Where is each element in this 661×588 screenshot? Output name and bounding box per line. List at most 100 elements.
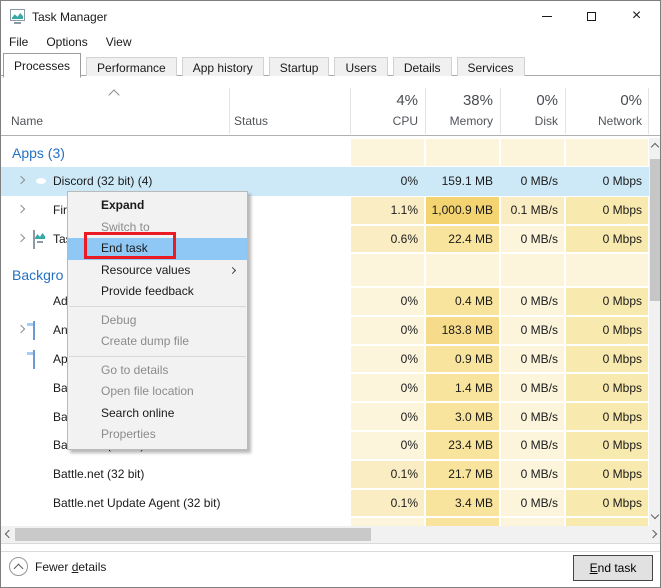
menu-separator (69, 356, 246, 357)
task-manager-window: Task Manager × File Options View Process… (0, 0, 661, 588)
horizontal-scrollbar[interactable] (1, 526, 661, 543)
network-cell: 0 Mbps (566, 461, 648, 488)
menu-item-go-to-details: Go to details (68, 360, 247, 382)
scroll-left-icon[interactable] (5, 530, 13, 538)
chevron-up-circle-icon (9, 557, 28, 576)
end-task-button[interactable]: End task (573, 555, 653, 581)
expand-chevron-icon[interactable] (17, 176, 25, 184)
scroll-up-icon[interactable] (651, 143, 659, 151)
battlenet-icon (33, 495, 49, 511)
cpu-cell: 0% (351, 346, 424, 373)
network-cell: 0 Mbps (566, 432, 648, 459)
app-window-glyph (33, 321, 35, 340)
menu-item-resource-values[interactable]: Resource values (68, 260, 247, 282)
memory-cell: 159.1 MB (426, 168, 499, 195)
maximize-icon (587, 12, 596, 21)
network-cell: 0 Mbps (566, 490, 648, 517)
menu-item-provide-feedback[interactable]: Provide feedback (68, 281, 247, 303)
maximize-button[interactable] (569, 1, 614, 31)
footer-bar: Fewer details End task (1, 543, 661, 588)
discord-icon (33, 173, 49, 189)
disk-cell: 0 MB/s (501, 168, 564, 195)
column-header-memory[interactable]: 38% Memory (426, 76, 499, 135)
disk-cell: 0 MB/s (501, 432, 564, 459)
footer-divider (1, 551, 661, 552)
table-row[interactable]: 0.1%3.4 MB0 MB/s0 MbpsBattle.net Update … (1, 489, 649, 518)
scroll-down-icon[interactable] (651, 511, 659, 519)
close-button[interactable]: × (614, 1, 659, 31)
cpu-cell: 0.6% (351, 226, 424, 253)
disk-cell: 0 MB/s (501, 317, 564, 344)
menu-item-expand[interactable]: Expand (68, 195, 247, 217)
minimize-button[interactable] (524, 1, 569, 31)
group-header-label: Apps (3) (12, 145, 65, 161)
menu-options[interactable]: Options (37, 35, 96, 49)
network-cell (566, 139, 648, 166)
close-icon: × (632, 8, 641, 24)
menu-item-open-file-location: Open file location (68, 381, 247, 403)
memory-column-label: Memory (450, 114, 493, 128)
column-header-name[interactable]: Name (11, 114, 43, 128)
title-bar: Task Manager × (1, 1, 660, 33)
cpu-cell: 0% (351, 317, 424, 344)
cpu-cell (351, 254, 424, 286)
horizontal-scrollbar-thumb[interactable] (15, 528, 371, 541)
cpu-cell: 0% (351, 168, 424, 195)
fewer-details-toggle[interactable]: Fewer details (9, 557, 106, 576)
task-manager-app-icon (10, 9, 25, 21)
minimize-icon (542, 16, 552, 17)
menu-item-properties: Properties (68, 424, 247, 446)
memory-cell (426, 254, 499, 286)
menu-item-search-online[interactable]: Search online (68, 403, 247, 425)
menu-bar: File Options View (1, 33, 660, 51)
cpu-cell: 0% (351, 403, 424, 430)
tab-processes[interactable]: Processes (3, 53, 81, 78)
column-header-disk[interactable]: 0% Disk (501, 76, 564, 135)
firefox-icon (33, 202, 49, 218)
network-cell: 0 Mbps (566, 197, 648, 224)
process-name: Discord (32 bit) (4) (53, 174, 152, 188)
cpu-cell: 0.1% (351, 490, 424, 517)
memory-cell: 22.4 MB (426, 226, 499, 253)
column-header-status[interactable]: Status (234, 114, 268, 128)
fewer-details-label: Fewer details (35, 560, 106, 574)
disk-column-label: Disk (535, 114, 558, 128)
cpu-cell (351, 139, 424, 166)
app-window-glyph (33, 350, 35, 369)
network-cell: 0 Mbps (566, 168, 648, 195)
menu-separator (69, 306, 246, 307)
column-header-network[interactable]: 0% Network (566, 76, 648, 135)
process-name: Ad (53, 294, 68, 308)
column-divider (648, 88, 649, 134)
expand-chevron-icon[interactable] (17, 234, 25, 242)
vertical-scrollbar-thumb[interactable] (650, 159, 661, 301)
network-cell (566, 254, 648, 286)
window-title: Task Manager (32, 10, 107, 24)
task-manager-icon (33, 231, 49, 247)
menu-view[interactable]: View (97, 35, 141, 49)
network-total-usage: 0% (620, 92, 642, 109)
cpu-cell: 0.1% (351, 461, 424, 488)
memory-total-usage: 38% (463, 92, 493, 109)
disk-cell: 0 MB/s (501, 490, 564, 517)
network-cell: 0 Mbps (566, 317, 648, 344)
vertical-scrollbar[interactable] (649, 138, 661, 526)
memory-cell: 3.4 MB (426, 490, 499, 517)
cpu-cell: 0% (351, 432, 424, 459)
column-divider (229, 88, 230, 134)
expand-chevron-icon[interactable] (17, 205, 25, 213)
scroll-right-icon[interactable] (649, 530, 657, 538)
memory-cell (426, 139, 499, 166)
memory-cell: 0.9 MB (426, 346, 499, 373)
column-header-cpu[interactable]: 4% CPU (351, 76, 424, 135)
table-row[interactable]: 0.1%21.7 MB0 MB/s0 MbpsBattle.net (32 bi… (1, 460, 649, 489)
expand-chevron-icon[interactable] (17, 325, 25, 333)
process-name: Ap (53, 352, 68, 366)
menu-item-create-dump-file: Create dump file (68, 331, 247, 353)
submenu-arrow-icon (229, 266, 236, 273)
annotation-red-box (84, 232, 176, 259)
group-row[interactable]: Apps (3) (1, 138, 649, 167)
network-cell: 0 Mbps (566, 226, 648, 253)
menu-file[interactable]: File (1, 35, 37, 49)
task-manager-glyph (33, 230, 35, 249)
